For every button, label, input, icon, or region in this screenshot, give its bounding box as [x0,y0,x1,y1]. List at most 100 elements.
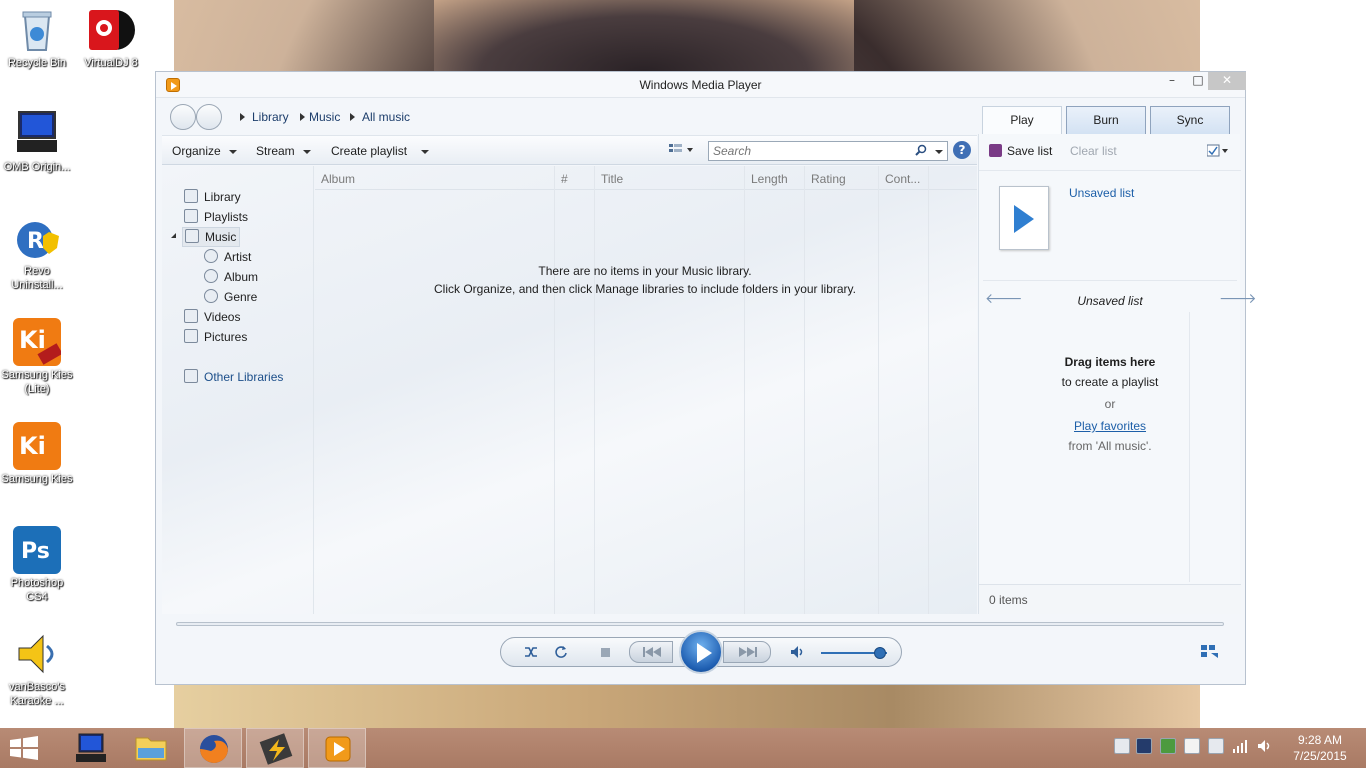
volume-icon[interactable] [789,644,805,660]
desktop-icon-omb-origin[interactable]: OMB Origin... [0,110,74,174]
stop-button[interactable] [598,644,614,660]
stream-menu[interactable]: Stream [256,144,311,158]
divider [979,170,1241,171]
title-bar[interactable]: Windows Media Player – □ ✕ [156,72,1246,98]
nav-item-label: Videos [204,310,241,324]
file-explorer-icon [135,737,167,761]
tab-play[interactable]: Play [982,106,1062,136]
previous-track-button[interactable] [629,641,673,663]
playlist-icon [184,209,198,223]
list-pane-tabs: Play Burn Sync [982,106,1232,136]
expand-arrow-icon[interactable] [171,233,176,238]
network-computer-icon[interactable] [1114,738,1130,754]
desktop-icon-photoshop[interactable]: Ps Photoshop CS4 [0,526,74,604]
play-favorites-link[interactable]: Play favorites [979,416,1241,436]
desktop-icon-revo-uninstaller[interactable]: R Revo Uninstall... [0,214,74,292]
list-pane: Save list Clear list Unsaved list 🡐 Unsa… [978,134,1257,614]
taskbar-clock[interactable]: 9:28 AM 7/25/2015 [1285,732,1355,764]
close-button[interactable]: ✕ [1208,72,1246,90]
switch-to-now-playing-icon[interactable] [1201,645,1219,659]
nav-item-label: Playlists [204,210,249,224]
create-playlist-menu[interactable]: Create playlist [331,144,430,158]
svg-text:Ki: Ki [19,326,46,354]
unsaved-list-link[interactable]: Unsaved list [1069,186,1134,200]
tab-burn[interactable]: Burn [1066,106,1146,134]
list-options-icon[interactable] [1206,144,1229,158]
svg-text:Ki: Ki [19,432,46,460]
desktop-icon-samsung-kies-lite[interactable]: Ki Samsung Kies (Lite) [0,318,74,396]
virtualdj-icon [87,6,135,54]
taskbar-media-player[interactable] [308,728,366,768]
minimize-button[interactable]: – [1159,72,1185,90]
chevron-down-icon [228,149,237,154]
desktop-icon-recycle-bin[interactable]: Recycle Bin [0,6,74,70]
taskbar-computer[interactable] [62,728,120,768]
breadcrumb-library[interactable]: Library [252,110,289,124]
address-bar: Library Music All music [162,99,977,134]
search-box [708,141,948,161]
column-header-album[interactable]: Album [321,172,355,186]
nav-item-music[interactable]: Music [182,227,240,247]
taskbar-firefox[interactable] [184,728,242,768]
view-options-icon[interactable] [669,144,693,156]
search-icon[interactable] [915,144,927,156]
nav-item-label: Other Libraries [204,370,284,384]
photoshop-icon: Ps [13,526,61,574]
desktop-icon-virtualdj[interactable]: VirtualDJ 8 [74,6,148,70]
back-button[interactable] [170,104,196,130]
genre-icon [204,289,218,303]
search-input[interactable] [709,142,909,160]
karaoke-player-icon [13,630,61,678]
taskbar-file-explorer[interactable] [122,728,180,768]
next-track-button[interactable] [723,641,771,663]
list-title: Unsaved list [1077,294,1143,308]
nav-item-label: Artist [224,250,252,264]
drag-hint-subtitle: to create a playlist [1061,375,1159,389]
samsung-kies-lite-icon: Ki [13,318,63,366]
desktop-icon-vanbasco-karaoke[interactable]: vanBasco's Karaoke ... [0,630,74,708]
repeat-icon[interactable] [553,644,569,660]
volume-slider-thumb[interactable] [874,647,887,659]
organize-menu[interactable]: Organize [172,144,237,158]
recycle-bin-icon [13,6,61,54]
column-header-title[interactable]: Title [601,172,623,186]
breadcrumb-arrow-icon[interactable] [240,113,245,121]
column-header-number[interactable]: # [561,172,568,186]
device-icon[interactable] [1208,738,1224,754]
forward-button[interactable] [196,104,222,130]
taskbar-winamp[interactable] [246,728,304,768]
firefox-icon [200,735,228,763]
nav-item-label: Album [224,270,259,284]
column-length: Length [745,166,805,614]
shuffle-icon[interactable] [523,644,539,660]
breadcrumb-music[interactable]: Music [309,110,340,124]
tab-sync[interactable]: Sync [1150,106,1230,134]
wallpaper-photo-bottom [174,684,1200,728]
windows-logo-icon[interactable] [8,736,40,760]
drag-hint-title: Drag items here [1064,355,1156,369]
network-share-icon[interactable] [1160,738,1176,754]
next-list-arrow-icon[interactable]: 🡒 [1219,290,1257,307]
column-header-contributing-artist[interactable]: Cont... [885,172,920,186]
breadcrumb-arrow-icon[interactable] [300,113,305,121]
clear-list-button[interactable]: Clear list [1070,144,1117,158]
wifi-signal-icon[interactable] [1232,738,1248,754]
breadcrumb-all-music[interactable]: All music [362,110,410,124]
play-icon [697,643,712,663]
chevron-down-icon[interactable] [935,150,943,154]
column-header-length[interactable]: Length [751,172,788,186]
desktop-icon-samsung-kies[interactable]: Ki Samsung Kies [0,422,74,486]
breadcrumb-arrow-icon[interactable] [350,113,355,121]
play-button[interactable] [679,630,723,674]
playlist-thumbnail [999,186,1049,250]
artist-icon [204,249,218,263]
column-album: Album [315,166,555,614]
help-icon[interactable]: ? [953,141,971,159]
speaker-icon[interactable] [1256,738,1272,754]
column-header-rating[interactable]: Rating [811,172,846,186]
action-center-flag-icon[interactable] [1184,738,1200,754]
display-icon[interactable] [1136,738,1152,754]
seek-bar[interactable] [176,622,1224,626]
save-icon [989,144,1002,157]
svg-text:Ps: Ps [21,539,50,564]
